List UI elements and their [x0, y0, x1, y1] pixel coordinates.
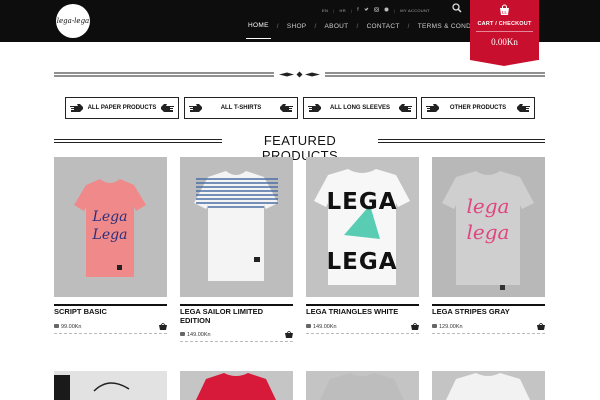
add-to-cart-icon[interactable]: [411, 323, 419, 330]
my-account-link[interactable]: MY ACCOUNT: [400, 8, 430, 13]
cart-button[interactable]: LL CART / CHECKOUT 0.00Kn: [470, 0, 539, 66]
pointing-hand-right-icon: [70, 104, 83, 112]
facebook-icon[interactable]: f: [357, 7, 359, 13]
pointing-hand-left-icon: [280, 104, 293, 112]
price-tag-icon: [306, 323, 311, 328]
svg-text:lega: lega: [467, 220, 510, 244]
svg-text:LEGA: LEGA: [326, 249, 397, 275]
category-label: ALL T-SHIRTS: [220, 105, 262, 111]
product-rule: [54, 304, 167, 306]
product-image[interactable]: [306, 371, 419, 400]
svg-text:Lega: Lega: [92, 227, 128, 243]
product-rule: [306, 304, 419, 306]
twitter-icon[interactable]: [364, 7, 369, 14]
logo-text: lega-lega: [56, 17, 90, 25]
product-image[interactable]: [180, 157, 293, 297]
separator: |: [350, 7, 353, 13]
product-image[interactable]: lega lega: [432, 157, 545, 297]
nav-separator: /: [314, 22, 317, 30]
nav-separator: /: [356, 22, 359, 30]
cart-amount: 0.00Kn: [491, 37, 518, 47]
add-to-cart-icon[interactable]: [159, 323, 167, 330]
product-price-row: 129.00Kn: [432, 323, 545, 334]
nav-about[interactable]: ABOUT: [323, 23, 351, 30]
product-rule: [432, 304, 545, 306]
logo[interactable]: lega-lega: [56, 4, 90, 38]
product-card[interactable]: Lega Lega SCRIPT BASIC 99.00Kn: [54, 157, 167, 334]
product-price: 129.00Kn: [439, 323, 463, 330]
product-image[interactable]: [432, 371, 545, 400]
add-to-cart-icon[interactable]: [537, 323, 545, 330]
product-price-row: 149.00Kn: [306, 323, 419, 334]
svg-text:LEGA: LEGA: [326, 189, 397, 215]
top-utility-bar: EN | HR | f | MY ACCOUNT: [322, 5, 430, 15]
product-card[interactable]: lega lega LEGA STRIPES GRAY 129.00Kn: [432, 157, 545, 334]
product-name[interactable]: LEGA STRIPES GRAY: [432, 307, 545, 316]
main-nav: HOME / SHOP / ABOUT / CONTACT / TERMS & …: [246, 22, 497, 39]
product-image[interactable]: [180, 371, 293, 400]
nav-contact[interactable]: CONTACT: [365, 23, 402, 30]
product-image[interactable]: LEGA LEGA: [306, 157, 419, 297]
product-image[interactable]: [54, 371, 167, 400]
category-other-products[interactable]: OTHER PRODUCTS: [421, 97, 535, 119]
price-tag-icon: [432, 323, 437, 328]
cart-label: CART / CHECKOUT: [477, 21, 532, 27]
lang-en-link[interactable]: EN: [322, 8, 328, 13]
nav-separator: /: [276, 22, 279, 30]
title-rule-right: [378, 139, 545, 143]
add-to-cart-icon[interactable]: [285, 331, 293, 338]
product-name[interactable]: LEGA SAILOR LIMITED EDITION: [180, 307, 293, 325]
product-name[interactable]: LEGA TRIANGLES WHITE: [306, 307, 419, 316]
category-all-t-shirts[interactable]: ALL T-SHIRTS: [184, 97, 298, 119]
lang-hr-link[interactable]: HR: [340, 8, 346, 13]
price-tag-icon: [54, 323, 59, 328]
category-label: ALL LONG SLEEVES: [330, 105, 390, 111]
pinterest-icon[interactable]: [384, 7, 389, 14]
separator: |: [333, 7, 335, 13]
separator: |: [393, 7, 396, 13]
nav-shop[interactable]: SHOP: [285, 23, 309, 30]
title-rule-left: [54, 139, 222, 143]
cart-divider: [476, 31, 533, 32]
product-card[interactable]: LEGA LEGA LEGA TRIANGLES WHITE 149.00Kn: [306, 157, 419, 334]
ornament-divider: [54, 71, 545, 78]
product-price-row: 149.00Kn: [180, 331, 293, 342]
product-rule: [180, 304, 293, 306]
nav-home[interactable]: HOME: [246, 22, 271, 39]
product-name[interactable]: SCRIPT BASIC: [54, 307, 167, 316]
category-label: OTHER PRODUCTS: [449, 105, 507, 111]
product-price: 149.00Kn: [313, 323, 337, 330]
category-label: ALL PAPER PRODUCTS: [87, 105, 157, 111]
svg-text:Lega: Lega: [92, 209, 128, 225]
category-all-long-sleeves[interactable]: ALL LONG SLEEVES: [303, 97, 417, 119]
instagram-icon[interactable]: [374, 6, 379, 14]
svg-text:LL: LL: [502, 10, 507, 15]
search-icon[interactable]: [452, 3, 462, 13]
pointing-hand-right-icon: [426, 104, 439, 112]
pointing-hand-right-icon: [308, 104, 321, 112]
pointing-hand-left-icon: [160, 104, 174, 112]
product-card[interactable]: LEGA SAILOR LIMITED EDITION 149.00Kn: [180, 157, 293, 342]
product-price-row: 99.00Kn: [54, 323, 167, 334]
price-tag-icon: [180, 331, 185, 336]
nav-separator: /: [407, 22, 410, 30]
shopping-bag-icon: LL: [500, 4, 509, 15]
category-all-paper-products[interactable]: ALL PAPER PRODUCTS: [65, 97, 179, 119]
pointing-hand-left-icon: [517, 104, 530, 112]
product-price: 149.00Kn: [187, 331, 211, 338]
pointing-hand-right-icon: [189, 104, 202, 112]
product-image[interactable]: Lega Lega: [54, 157, 167, 297]
product-price: 99.00Kn: [61, 323, 82, 330]
svg-text:lega: lega: [467, 194, 510, 218]
pointing-hand-left-icon: [399, 104, 412, 112]
